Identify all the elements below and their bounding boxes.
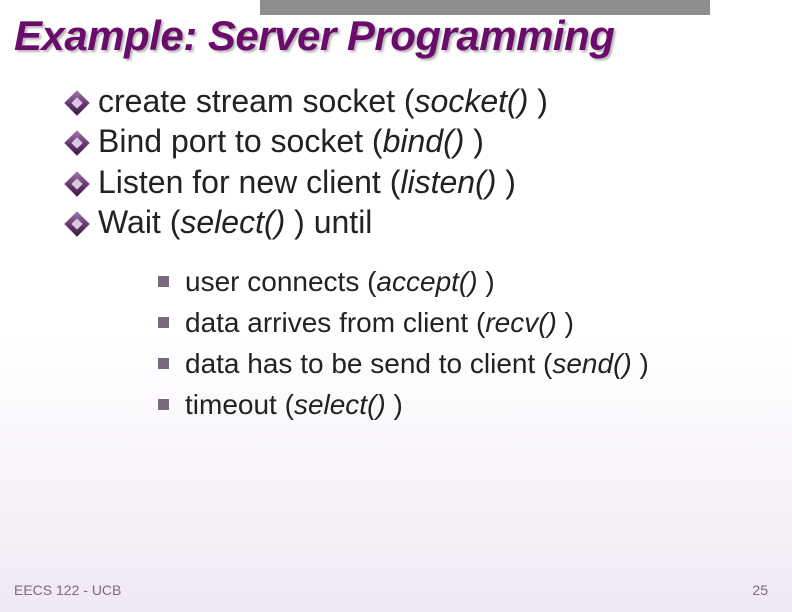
bullet-func: bind() — [383, 123, 465, 159]
subbullet-text: user connects (accept() ) — [185, 264, 495, 299]
subbullet-pre: user connects ( — [185, 266, 376, 297]
list-item: data arrives from client (recv() ) — [158, 305, 792, 340]
list-item: Wait (select() ) until — [68, 203, 792, 241]
slide-number: 25 — [752, 582, 768, 598]
square-bullet-icon — [158, 317, 169, 328]
diamond-bullet-icon — [68, 215, 86, 233]
diamond-bullet-icon — [68, 134, 86, 152]
subbullet-func: recv() — [485, 307, 557, 338]
bullet-pre: Wait ( — [98, 204, 180, 240]
subbullet-post: ) — [557, 307, 574, 338]
bullet-text: Listen for new client (listen() ) — [98, 163, 516, 201]
subbullet-pre: timeout ( — [185, 389, 294, 420]
list-item: timeout (select() ) — [158, 387, 792, 422]
title-accent-bar — [260, 0, 710, 15]
subbullet-func: send() — [552, 348, 631, 379]
square-bullet-icon — [158, 399, 169, 410]
bullet-text: create stream socket (socket() ) — [98, 82, 548, 120]
bullet-pre: Listen for new client ( — [98, 164, 400, 200]
square-bullet-icon — [158, 276, 169, 287]
subbullet-post: ) — [632, 348, 649, 379]
subbullet-pre: data arrives from client ( — [185, 307, 485, 338]
subbullet-post: ) — [386, 389, 403, 420]
bullet-text: Bind port to socket (bind() ) — [98, 122, 484, 160]
bullet-post: ) — [464, 123, 484, 159]
bullet-text: Wait (select() ) until — [98, 203, 372, 241]
list-item: Bind port to socket (bind() ) — [68, 122, 792, 160]
content-area: create stream socket (socket() ) Bind po… — [0, 60, 792, 422]
footer-course: EECS 122 - UCB — [14, 582, 121, 598]
subbullet-text: data arrives from client (recv() ) — [185, 305, 574, 340]
list-item: data has to be send to client (send() ) — [158, 346, 792, 381]
diamond-bullet-icon — [68, 94, 86, 112]
bullet-post: ) until — [285, 204, 372, 240]
list-item: user connects (accept() ) — [158, 264, 792, 299]
bullet-func: socket() — [415, 83, 529, 119]
list-item: create stream socket (socket() ) — [68, 82, 792, 120]
bullet-func: select() — [180, 204, 285, 240]
square-bullet-icon — [158, 358, 169, 369]
bullet-pre: create stream socket ( — [98, 83, 415, 119]
subbullet-func: select() — [294, 389, 386, 420]
subbullet-post: ) — [478, 266, 495, 297]
diamond-bullet-icon — [68, 175, 86, 193]
sub-list: user connects (accept() ) data arrives f… — [68, 244, 792, 422]
subbullet-text: data has to be send to client (send() ) — [185, 346, 649, 381]
bullet-pre: Bind port to socket ( — [98, 123, 383, 159]
subbullet-func: accept() — [376, 266, 477, 297]
subbullet-text: timeout (select() ) — [185, 387, 403, 422]
bullet-post: ) — [528, 83, 548, 119]
bullet-post: ) — [496, 164, 516, 200]
subbullet-pre: data has to be send to client ( — [185, 348, 552, 379]
list-item: Listen for new client (listen() ) — [68, 163, 792, 201]
bullet-func: listen() — [400, 164, 496, 200]
